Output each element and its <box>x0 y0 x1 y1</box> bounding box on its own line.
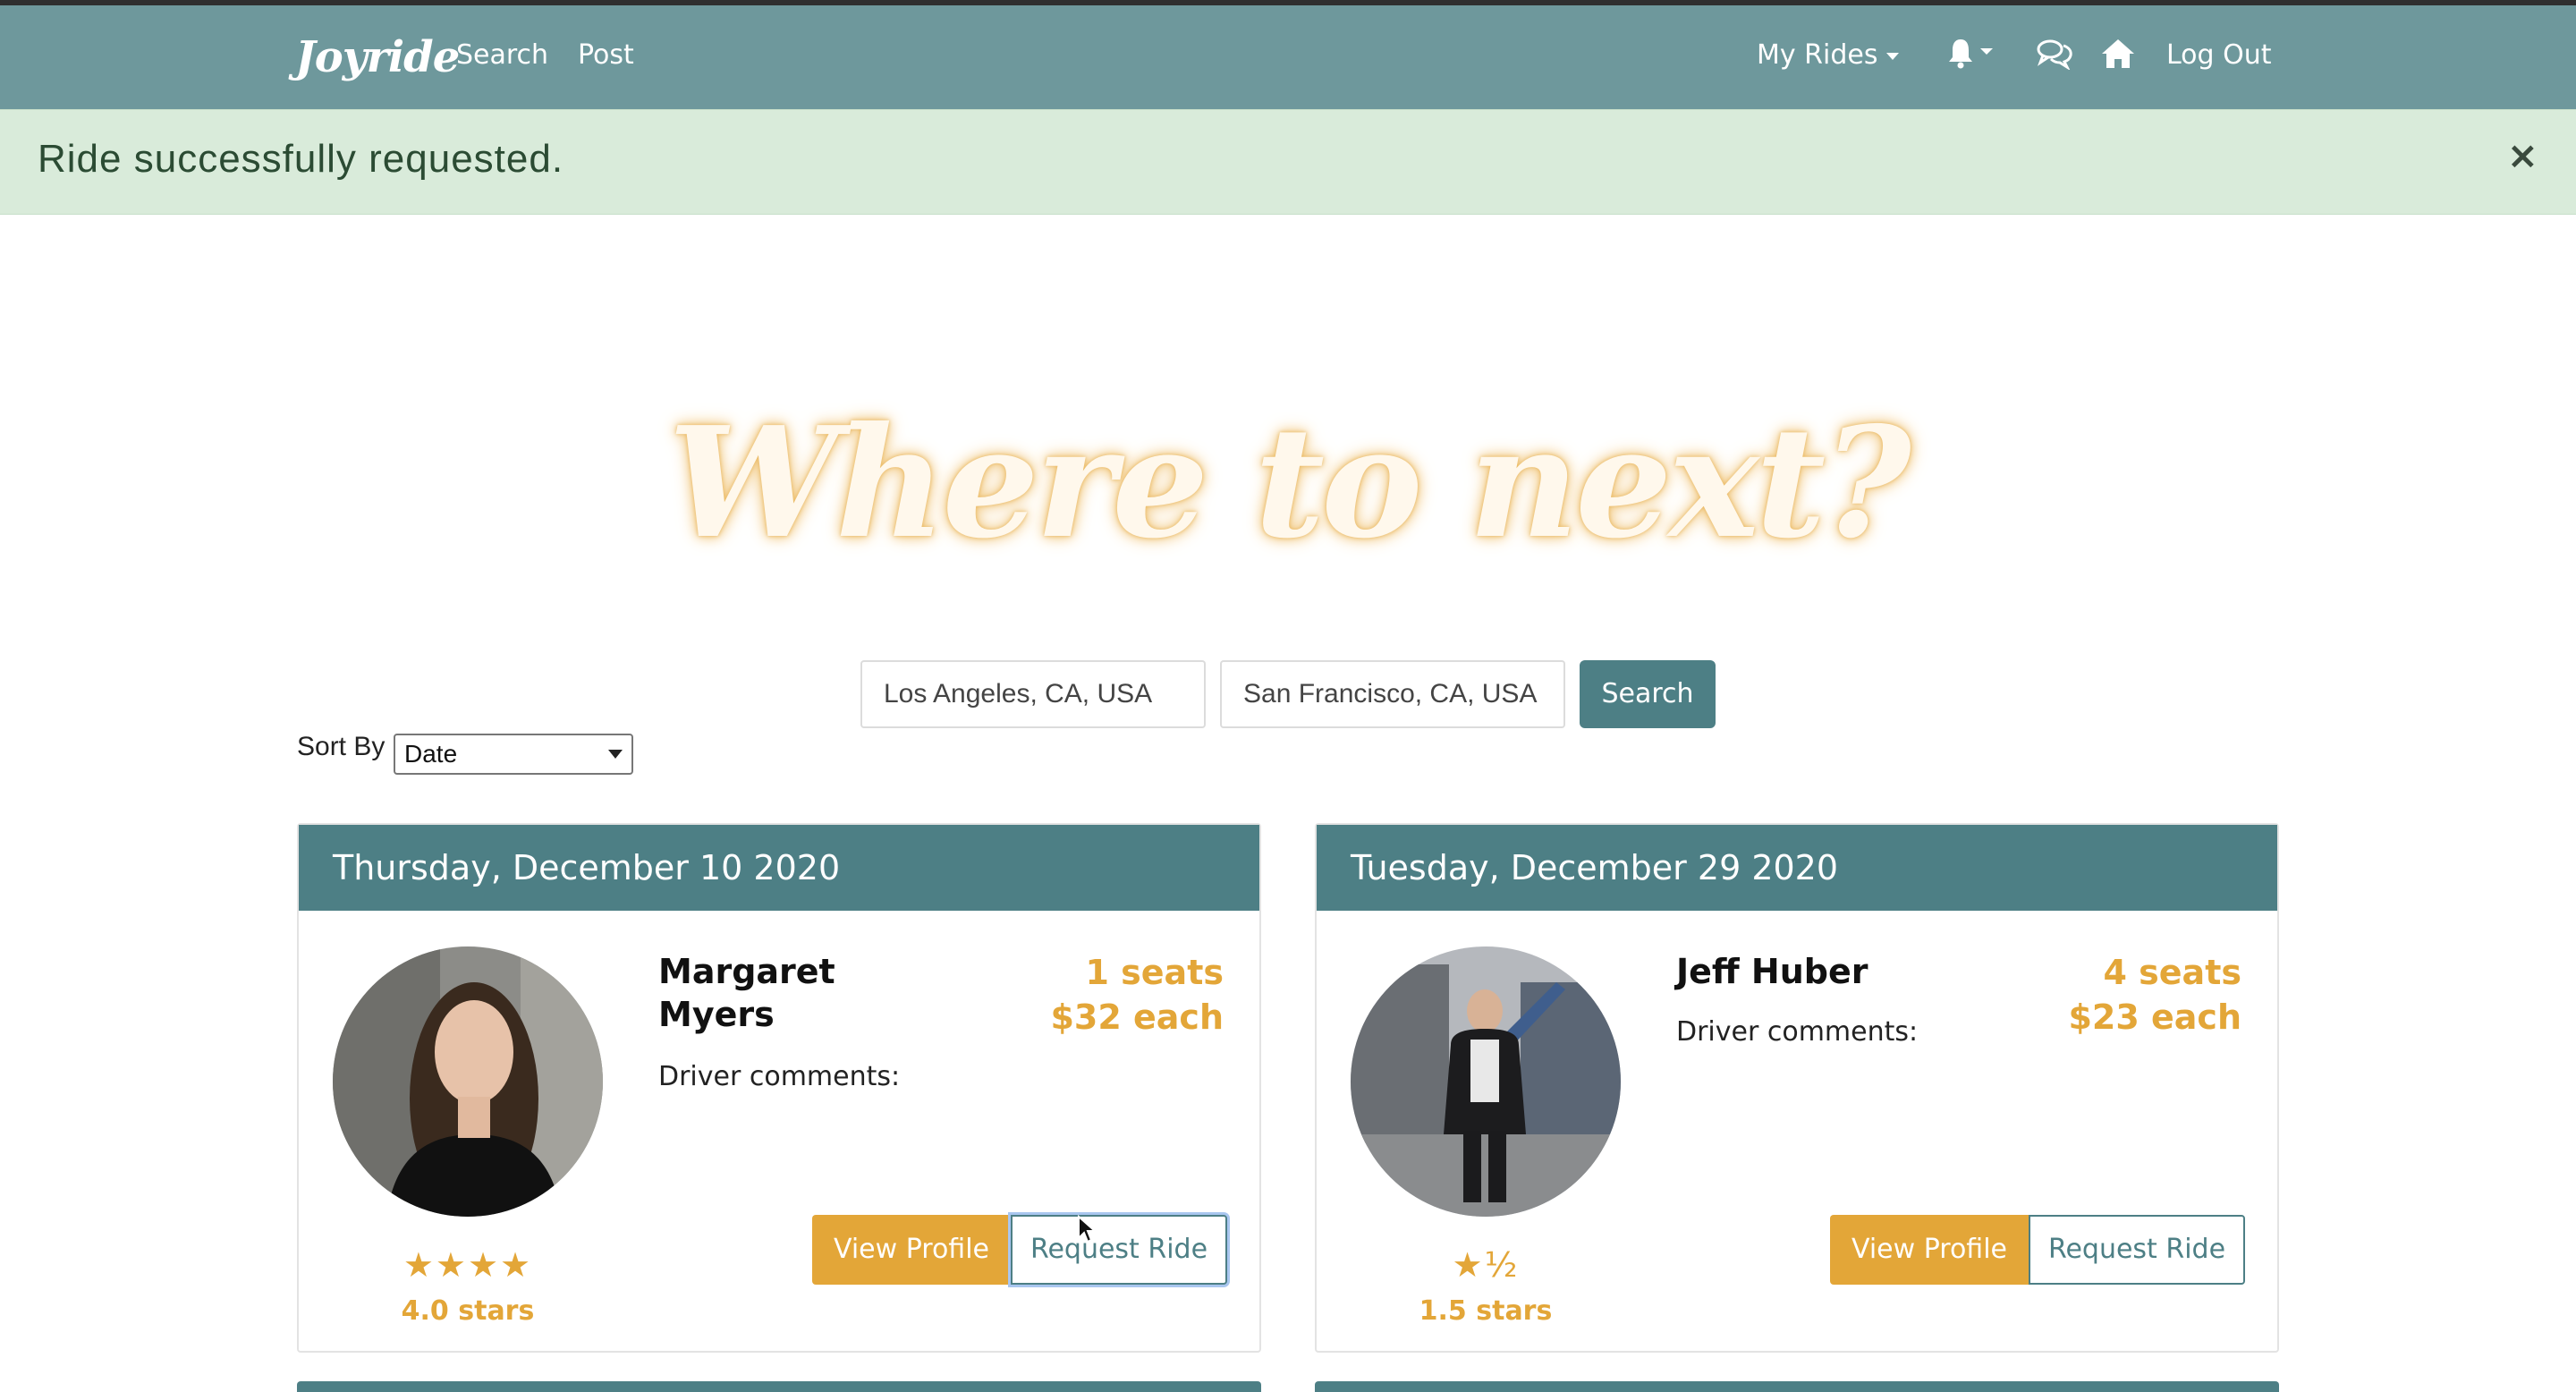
close-icon[interactable]: × <box>2507 133 2538 177</box>
avatar <box>1351 946 1621 1217</box>
next-ride-card-header <box>297 1381 1261 1392</box>
rating-stars: ★½ <box>1452 1245 1520 1285</box>
alert-message: Ride successfully requested. <box>38 137 564 181</box>
navbar: Joyride Search Post My Rides Log Out <box>0 5 2576 109</box>
my-rides-label: My Rides <box>1757 39 1878 71</box>
driver-first-name: Margaret <box>658 952 835 991</box>
driver-name[interactable]: Jeff Huber <box>1676 950 1909 993</box>
request-ride-button[interactable]: Request Ride <box>1011 1215 1227 1285</box>
avatar <box>333 946 603 1217</box>
rating-label: 1.5 stars <box>1419 1295 1553 1327</box>
mouse-cursor-icon <box>1077 1214 1097 1247</box>
messages-link[interactable] <box>2036 38 2073 73</box>
hero-title: Where to next? <box>668 394 1911 573</box>
notifications-dropdown[interactable] <box>1948 36 1998 75</box>
seats-price: 1 seats $32 each <box>1050 950 1224 1040</box>
sort-selected-value: Date <box>404 740 458 768</box>
home-icon <box>2102 39 2134 68</box>
origin-input[interactable]: Los Angeles, CA, USA <box>860 660 1206 728</box>
ride-date: Tuesday, December 29 2020 <box>1317 825 2277 911</box>
brand-logo[interactable]: Joyride <box>295 32 460 82</box>
success-alert: Ride successfully requested. × <box>0 109 2576 215</box>
chevron-down-icon <box>1886 52 1900 60</box>
bell-icon <box>1949 39 1993 69</box>
view-profile-button[interactable]: View Profile <box>812 1215 1011 1285</box>
rating-label: 4.0 stars <box>401 1295 535 1327</box>
seats-count: 1 seats <box>1085 953 1224 992</box>
price-per-seat: $32 each <box>1050 997 1224 1037</box>
ride-card: Tuesday, December 29 2020 ★½ 1.5 stars J… <box>1315 823 2279 1353</box>
rating-stars: ★★★★ <box>402 1245 533 1285</box>
ride-date: Thursday, December 10 2020 <box>299 825 1259 911</box>
logout-link[interactable]: Log Out <box>2166 39 2272 71</box>
chat-icon <box>2037 39 2072 72</box>
next-ride-card-header <box>1315 1381 2279 1392</box>
my-rides-dropdown[interactable]: My Rides <box>1757 39 1900 71</box>
home-link[interactable] <box>2100 38 2136 73</box>
nav-search-link[interactable]: Search <box>456 39 548 71</box>
sort-select[interactable]: Date <box>394 734 633 775</box>
ride-card: Thursday, December 10 2020 ★★★★ 4.0 star… <box>297 823 1261 1353</box>
request-ride-button[interactable]: Request Ride <box>2029 1215 2245 1285</box>
seats-price: 4 seats $23 each <box>2068 950 2241 1040</box>
driver-comments-label: Driver comments: <box>658 1061 901 1092</box>
sort-label: Sort By <box>297 732 386 761</box>
driver-photo <box>1351 946 1621 1217</box>
driver-name[interactable]: Margaret Myers <box>658 950 891 1036</box>
seats-count: 4 seats <box>2103 953 2242 992</box>
driver-last-name: Myers <box>658 995 775 1034</box>
chevron-down-icon <box>608 750 623 759</box>
destination-input[interactable]: San Francisco, CA, USA <box>1220 660 1565 728</box>
driver-photo <box>333 946 603 1217</box>
view-profile-button[interactable]: View Profile <box>1830 1215 2029 1285</box>
search-button[interactable]: Search <box>1580 660 1716 728</box>
price-per-seat: $23 each <box>2068 997 2241 1037</box>
nav-post-link[interactable]: Post <box>578 39 634 71</box>
driver-comments-label: Driver comments: <box>1676 1016 1919 1048</box>
